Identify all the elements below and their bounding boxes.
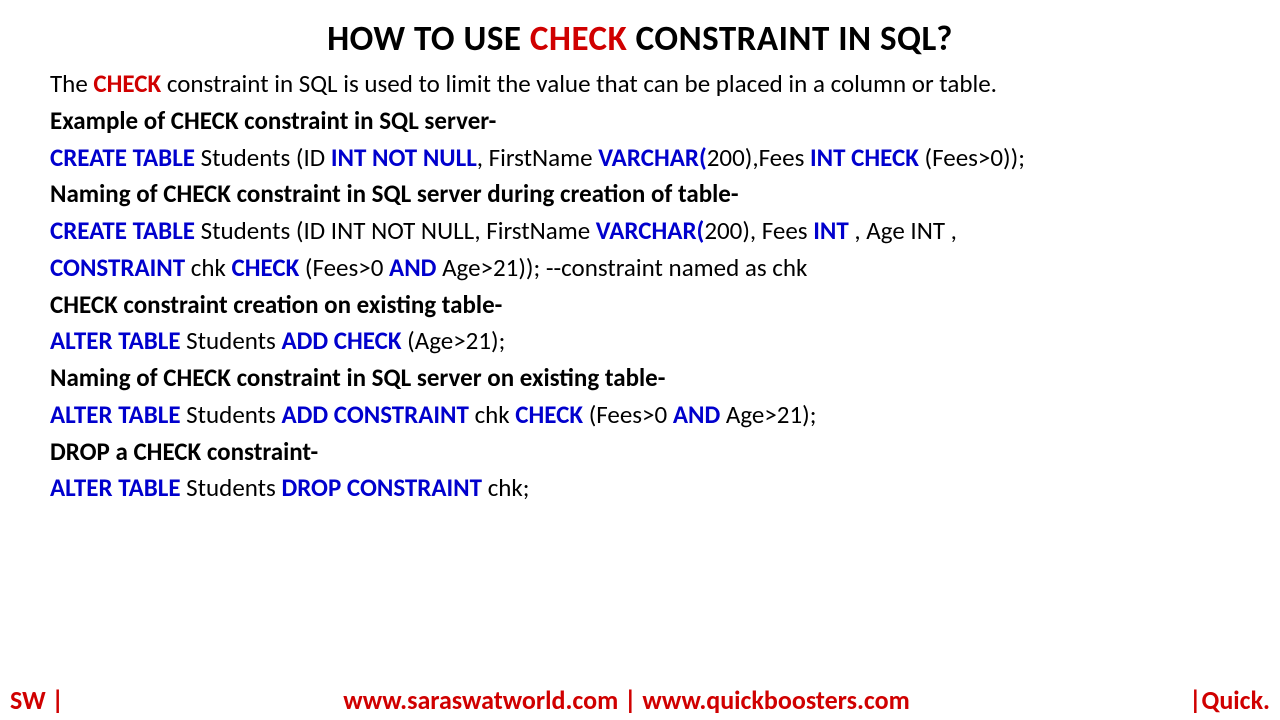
code-text: Students: [181, 399, 282, 430]
code-create-table-named-a: CREATE TABLE Students (ID INT NOT NULL, …: [50, 217, 1230, 246]
page-title: HOW TO USE CHECK CONSTRAINT IN SQL?: [50, 18, 1230, 60]
intro-text2: constraint in SQL is used to limit the v…: [161, 68, 997, 99]
heading-naming-create: Naming of CHECK constraint in SQL server…: [50, 180, 1230, 209]
kw-varchar: VARCHAR(: [598, 142, 707, 173]
intro-keyword: CHECK: [93, 68, 161, 99]
code-text: chk;: [488, 472, 530, 503]
code-text: Students: [181, 472, 282, 503]
code-text: , Age INT ,: [849, 215, 957, 246]
kw-check: CHECK: [515, 399, 583, 430]
code-alter-add-constraint: ALTER TABLE Students ADD CONSTRAINT chk …: [50, 401, 1230, 430]
code-text: Students: [181, 325, 282, 356]
kw-create-table: CREATE TABLE: [50, 142, 195, 173]
code-text: Students (ID: [195, 142, 331, 173]
heading-existing-table: CHECK constraint creation on existing ta…: [50, 291, 1230, 320]
kw-create-table: CREATE TABLE: [50, 215, 195, 246]
kw-check: CHECK: [232, 252, 300, 283]
code-text: 200), Fees: [704, 215, 813, 246]
title-pre: HOW TO USE: [327, 18, 530, 60]
code-create-table: CREATE TABLE Students (ID INT NOT NULL, …: [50, 144, 1230, 173]
kw-add-constraint: ADD CONSTRAINT: [281, 399, 474, 430]
kw-and: AND: [673, 399, 720, 430]
heading-naming-existing: Naming of CHECK constraint in SQL server…: [50, 364, 1230, 393]
intro-paragraph: The CHECK constraint in SQL is used to l…: [50, 70, 1230, 99]
footer-url-1: www.saraswatworld.com: [343, 684, 618, 716]
footer: SW | www.saraswatworld.com | www.quickbo…: [0, 684, 1280, 716]
kw-alter-table: ALTER TABLE: [50, 325, 181, 356]
title-post: CONSTRAINT IN SQL?: [627, 18, 953, 60]
code-text: chk: [191, 252, 232, 283]
kw-and: AND: [389, 252, 436, 283]
kw-int: INT: [813, 215, 849, 246]
code-drop-constraint: ALTER TABLE Students DROP CONSTRAINT chk…: [50, 474, 1230, 503]
code-text: Age>21);: [720, 399, 816, 430]
footer-left: SW |: [10, 684, 64, 716]
code-text: chk: [475, 399, 516, 430]
title-keyword: CHECK: [530, 18, 627, 60]
kw-varchar: VARCHAR(: [596, 215, 705, 246]
code-alter-add-check: ALTER TABLE Students ADD CHECK (Age>21);: [50, 327, 1230, 356]
footer-middle: www.saraswatworld.com | www.quickbooster…: [64, 684, 1189, 716]
code-text: (Age>21);: [402, 325, 506, 356]
code-text: Age>21)); --constraint named as chk: [436, 252, 807, 283]
code-text: (Fees>0: [299, 252, 389, 283]
kw-alter-table: ALTER TABLE: [50, 472, 181, 503]
footer-sep: |: [618, 684, 642, 716]
kw-int-not-null: INT NOT NULL: [331, 142, 477, 173]
kw-drop-constraint: DROP CONSTRAINT: [281, 472, 487, 503]
intro-text: The: [50, 68, 93, 99]
footer-url-2: www.quickboosters.com: [642, 684, 909, 716]
kw-constraint: CONSTRAINT: [50, 252, 191, 283]
code-text: (Fees>0));: [919, 142, 1025, 173]
heading-example: Example of CHECK constraint in SQL serve…: [50, 107, 1230, 136]
code-text: 200),Fees: [707, 142, 810, 173]
kw-add-check: ADD CHECK: [281, 325, 401, 356]
code-text: , FirstName: [477, 142, 598, 173]
kw-int-check: INT CHECK: [810, 142, 919, 173]
code-create-table-named-b: CONSTRAINT chk CHECK (Fees>0 AND Age>21)…: [50, 254, 1230, 283]
heading-drop: DROP a CHECK constraint-: [50, 438, 1230, 467]
kw-alter-table: ALTER TABLE: [50, 399, 181, 430]
code-text: (Fees>0: [583, 399, 673, 430]
footer-right: |Quick.: [1189, 684, 1270, 716]
code-text: Students (ID INT NOT NULL, FirstName: [195, 215, 596, 246]
